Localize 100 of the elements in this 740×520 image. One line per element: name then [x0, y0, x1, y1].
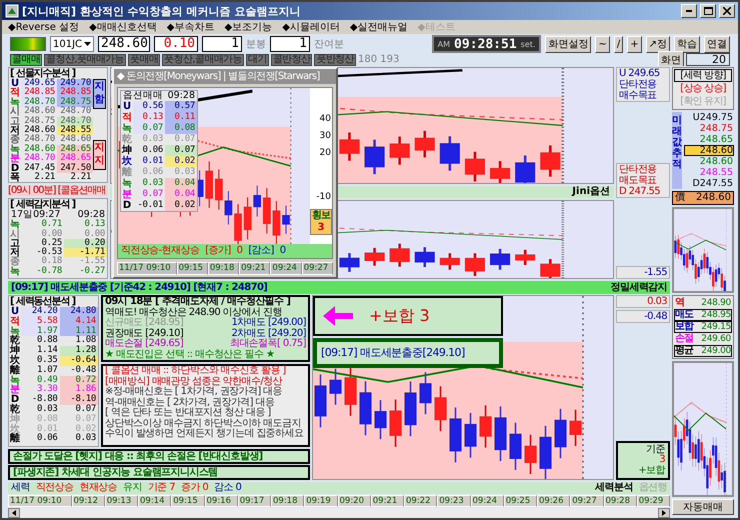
alert-text: [09:17] 매도세분출중 [기준42 : 24910] [현재7 : 24870]: [11, 281, 268, 294]
direction-text: [확인 유지]: [679, 95, 727, 108]
signal-counts: 180 193: [358, 54, 400, 65]
auto-trade-button[interactable]: 자동매매: [672, 499, 734, 515]
signal-meter: [10, 37, 46, 51]
table-cell: 1.86: [60, 385, 98, 396]
symbol-dropdown[interactable]: 101JC: [50, 36, 94, 52]
scrollbar[interactable]: [8, 508, 670, 518]
table-cell: 0.02: [165, 156, 197, 167]
toolbar-button[interactable]: 화면설정: [545, 36, 592, 52]
method-text: 상단박스이상 매수금지 하단박스이하 매도금지: [105, 418, 302, 428]
row-label: 고: [9, 238, 21, 248]
table-cell-text: 0.06: [142, 167, 164, 178]
toolbar-button[interactable]: ↗정: [646, 36, 670, 52]
table-cell: 0.11: [165, 112, 197, 123]
table-cell-text: 1.08: [74, 336, 97, 346]
signal-button[interactable]: 콜매매: [10, 54, 42, 66]
footer-value: 0: [236, 244, 242, 258]
table-cell-text: -0.48: [69, 366, 97, 375]
app-icon: [5, 4, 19, 18]
candlestick: [314, 374, 326, 428]
candlestick: [390, 399, 402, 447]
menu-item[interactable]: ◆시뮬레이터: [282, 20, 340, 34]
menu-item[interactable]: ◆실전매뉴얼: [350, 20, 408, 34]
table-cell: 248.75: [57, 98, 93, 108]
caret-icon: [84, 42, 91, 46]
menu-item[interactable]: ◆부속차트: [166, 20, 214, 34]
menu-item[interactable]: ◆Reverse 설정: [8, 20, 80, 34]
candlestick: [205, 161, 214, 208]
table-cell-text: 2.21: [70, 172, 92, 182]
price-label: 매도목표: [619, 175, 658, 186]
row-label: 녹: [121, 178, 133, 189]
candlestick: [510, 422, 522, 470]
candlestick: [390, 244, 410, 267]
row-label: 녹: [9, 98, 21, 108]
time-tick: 09:20: [338, 495, 371, 507]
table-cell-text: 247.45: [23, 164, 56, 173]
future-value: D247.55: [691, 178, 734, 189]
row-label: 시: [9, 230, 21, 239]
table-cell: 0.07: [133, 123, 165, 134]
screen-field[interactable]: 20: [686, 53, 730, 66]
table-cell-text: 0.18: [42, 257, 63, 266]
time-tick: 09:12: [72, 495, 105, 507]
advice-text: 1차매도 [249.00]: [231, 318, 306, 328]
time-tick: 09:18: [208, 262, 240, 275]
table-cell-text: 248.70: [23, 135, 56, 144]
table-cell-text: -0.53: [35, 248, 63, 258]
candlestick: [364, 248, 385, 266]
table-cell-text: 248.60: [23, 144, 56, 154]
table-cell-text: 248.75: [23, 116, 56, 126]
table-cell-text: 0.13: [84, 220, 106, 230]
candlestick: [390, 136, 410, 165]
candlestick: [515, 250, 536, 266]
toolbar-button[interactable]: 연결: [704, 36, 730, 52]
candlestick: [494, 406, 506, 462]
time-tick: 09:13: [104, 495, 138, 507]
advice-text: 역매도! 매수청산은 248.90 이상에서 진행: [105, 308, 282, 318]
candlestick: [339, 132, 360, 161]
row-label: 녹: [9, 326, 21, 336]
direction-text: [상승 상승]: [679, 82, 727, 95]
table-header: 09:28: [78, 210, 105, 220]
status-text: 직전상승: [36, 482, 74, 494]
table-header: 17일09:27: [11, 210, 60, 220]
scroll-right-icon[interactable]: [658, 508, 670, 518]
toolbar-button[interactable]: /: [614, 36, 624, 52]
status-text: 유지: [123, 482, 142, 494]
table-cell-text: 0.35: [36, 356, 58, 366]
time-tick: 09:27: [302, 262, 333, 275]
scroll-left-icon[interactable]: [8, 508, 20, 518]
row-label: 저: [9, 126, 21, 136]
menu-item[interactable]: ◆보조기능: [224, 20, 272, 34]
candlestick: [214, 169, 223, 210]
table-cell-text: 248.70: [23, 154, 56, 164]
row-label: 乾: [122, 134, 133, 145]
candlestick: [360, 381, 372, 436]
period-field[interactable]: 1: [202, 36, 242, 52]
toolbar-button[interactable]: ~: [595, 36, 610, 52]
row-label: 離: [121, 167, 133, 178]
maximize-icon: [704, 7, 712, 15]
future-value: 248.60: [698, 156, 734, 167]
advice-text: 2차매도 [249.20]: [231, 328, 306, 338]
toolbar-button[interactable]: 학습: [674, 36, 700, 52]
menu-item[interactable]: ◆매매신호선택: [89, 20, 157, 34]
row-label: U: [10, 79, 20, 88]
table-cell: 0.04: [165, 178, 197, 189]
candlestick: [420, 372, 432, 414]
minimize-button[interactable]: [681, 4, 697, 18]
candlestick: [540, 426, 552, 479]
maximize-button[interactable]: [700, 4, 716, 18]
footer-label: 직전상승-현재상승: [121, 244, 200, 258]
table-cell-text: 0.07: [174, 134, 196, 145]
close-button[interactable]: [719, 4, 735, 18]
panel-title: [ 선물지수분석 ]: [9, 68, 76, 79]
candlestick: [440, 136, 460, 171]
table-cell-text: 0.06: [36, 434, 58, 444]
level-value: 249.15: [701, 322, 731, 332]
toolbar-button[interactable]: +: [627, 36, 642, 52]
remain-field[interactable]: 1: [270, 36, 310, 52]
table-cell: 248.55: [57, 126, 93, 136]
candlestick: [272, 201, 280, 244]
